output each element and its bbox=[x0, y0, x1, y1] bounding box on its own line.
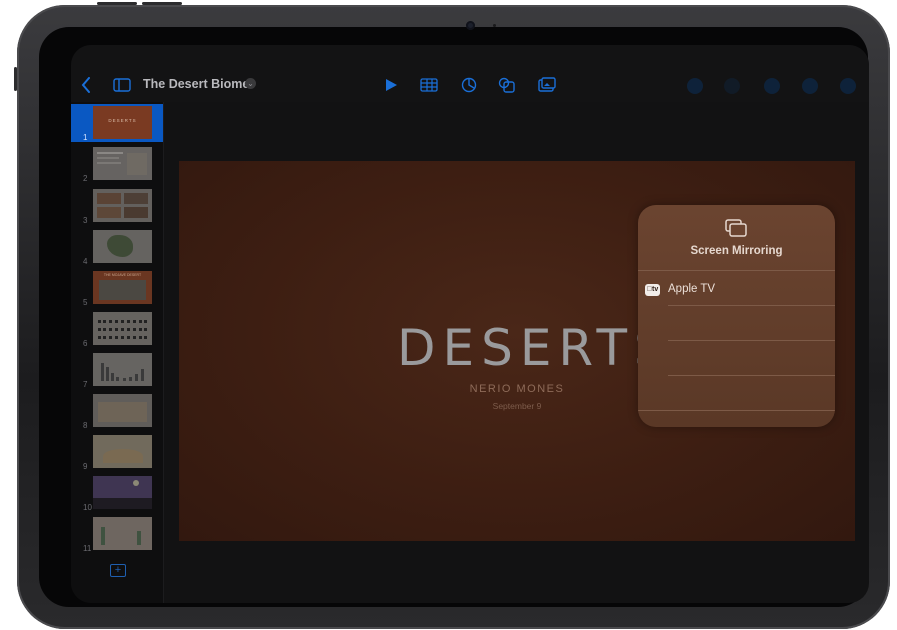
slide-number: 2 bbox=[83, 174, 88, 183]
sidebar-icon bbox=[113, 78, 131, 92]
divider bbox=[668, 305, 835, 306]
undo-icon[interactable] bbox=[724, 78, 740, 94]
apple-tv-icon: tv bbox=[645, 284, 660, 296]
thumbnail-image bbox=[93, 312, 152, 345]
volume-button bbox=[14, 67, 17, 91]
slide-number: 6 bbox=[83, 339, 88, 348]
slide-number: 10 bbox=[83, 503, 92, 512]
table-icon bbox=[420, 78, 438, 92]
insert-chart-button[interactable] bbox=[458, 74, 480, 96]
thumbnail-image bbox=[93, 394, 152, 427]
screen-mirroring-title: Screen Mirroring bbox=[690, 245, 783, 257]
more-icon[interactable] bbox=[840, 78, 856, 94]
thumbnail-image bbox=[93, 147, 152, 180]
chevron-left-icon bbox=[81, 77, 90, 93]
collaborate-icon[interactable] bbox=[687, 78, 703, 94]
play-button[interactable] bbox=[382, 74, 400, 96]
slide-number: 1 bbox=[83, 133, 88, 142]
back-button[interactable] bbox=[79, 74, 93, 96]
document-title[interactable]: The Desert Biome bbox=[143, 77, 249, 91]
slide-thumbnail-10[interactable]: 10 bbox=[71, 474, 163, 512]
slide-number: 7 bbox=[83, 380, 88, 389]
thumbnail-title: THE MOJAVE DESERT bbox=[103, 273, 142, 277]
insert-table-button[interactable] bbox=[418, 74, 440, 96]
thumbnail-image bbox=[93, 353, 152, 386]
device-name: Apple TV bbox=[668, 283, 716, 295]
slide-number: 4 bbox=[83, 257, 88, 266]
thumbnail-title: DESERTS bbox=[108, 118, 137, 123]
top-button-right bbox=[142, 2, 182, 5]
divider bbox=[668, 375, 835, 376]
slide-number: 8 bbox=[83, 421, 88, 430]
slide-thumbnail-11[interactable]: 11 bbox=[71, 515, 163, 553]
thumbnail-image bbox=[93, 476, 152, 509]
insert-shape-button[interactable] bbox=[496, 74, 518, 96]
slide-thumbnail-8[interactable]: 8 bbox=[71, 392, 163, 430]
title-menu-chevron-icon[interactable]: ⌄ bbox=[245, 78, 256, 89]
thumbnail-image bbox=[93, 189, 152, 222]
insert-media-button[interactable] bbox=[536, 74, 558, 96]
chart-icon bbox=[461, 77, 477, 93]
sidebar-toggle-button[interactable] bbox=[112, 74, 132, 96]
device-item-apple-tv[interactable]: tv Apple TV bbox=[638, 271, 835, 305]
shape-icon bbox=[498, 77, 515, 93]
slide-thumbnail-1[interactable]: DESERTS 1 bbox=[71, 104, 163, 142]
divider bbox=[638, 410, 835, 411]
format-icon[interactable] bbox=[764, 78, 780, 94]
camera-sensor bbox=[493, 24, 496, 27]
thumbnail-image: DESERTS bbox=[93, 106, 152, 139]
slide-thumbnail-7[interactable]: 7 bbox=[71, 351, 163, 389]
slide-thumbnail-4[interactable]: 4 bbox=[71, 228, 163, 266]
play-icon bbox=[386, 79, 397, 91]
screen: The Desert Biome ⌄ DESERTS 1 2 3 4 THE M… bbox=[71, 45, 869, 603]
thumbnail-image bbox=[93, 435, 152, 468]
screen-mirroring-panel: Screen Mirroring tv Apple TV bbox=[638, 205, 835, 427]
slide-thumbnail-3[interactable]: 3 bbox=[71, 187, 163, 225]
slide-thumbnail-2[interactable]: 2 bbox=[71, 145, 163, 183]
slide-navigator: DESERTS 1 2 3 4 THE MOJAVE DESERT 5 6 7 … bbox=[71, 102, 164, 603]
front-camera bbox=[466, 21, 475, 30]
screen-mirroring-icon bbox=[725, 219, 747, 237]
thumbnail-image bbox=[93, 230, 152, 263]
slide-thumbnail-5[interactable]: THE MOJAVE DESERT 5 bbox=[71, 269, 163, 307]
animate-icon[interactable] bbox=[802, 78, 818, 94]
toolbar: The Desert Biome ⌄ bbox=[71, 45, 869, 102]
slide-title: DESERTS bbox=[397, 319, 673, 377]
top-button-left bbox=[97, 2, 137, 5]
thumbnail-image bbox=[93, 517, 152, 550]
media-icon bbox=[538, 77, 556, 92]
slide-thumbnail-6[interactable]: 6 bbox=[71, 310, 163, 348]
divider bbox=[668, 340, 835, 341]
slide-number: 5 bbox=[83, 298, 88, 307]
slide-number: 3 bbox=[83, 216, 88, 225]
ipad-device: The Desert Biome ⌄ DESERTS 1 2 3 4 THE M… bbox=[14, 2, 890, 629]
thumbnail-image: THE MOJAVE DESERT bbox=[93, 271, 152, 304]
slide-number: 9 bbox=[83, 462, 88, 471]
slide-thumbnail-9[interactable]: 9 bbox=[71, 433, 163, 471]
slide-number: 11 bbox=[83, 544, 92, 553]
add-slide-button[interactable]: + bbox=[110, 564, 126, 577]
